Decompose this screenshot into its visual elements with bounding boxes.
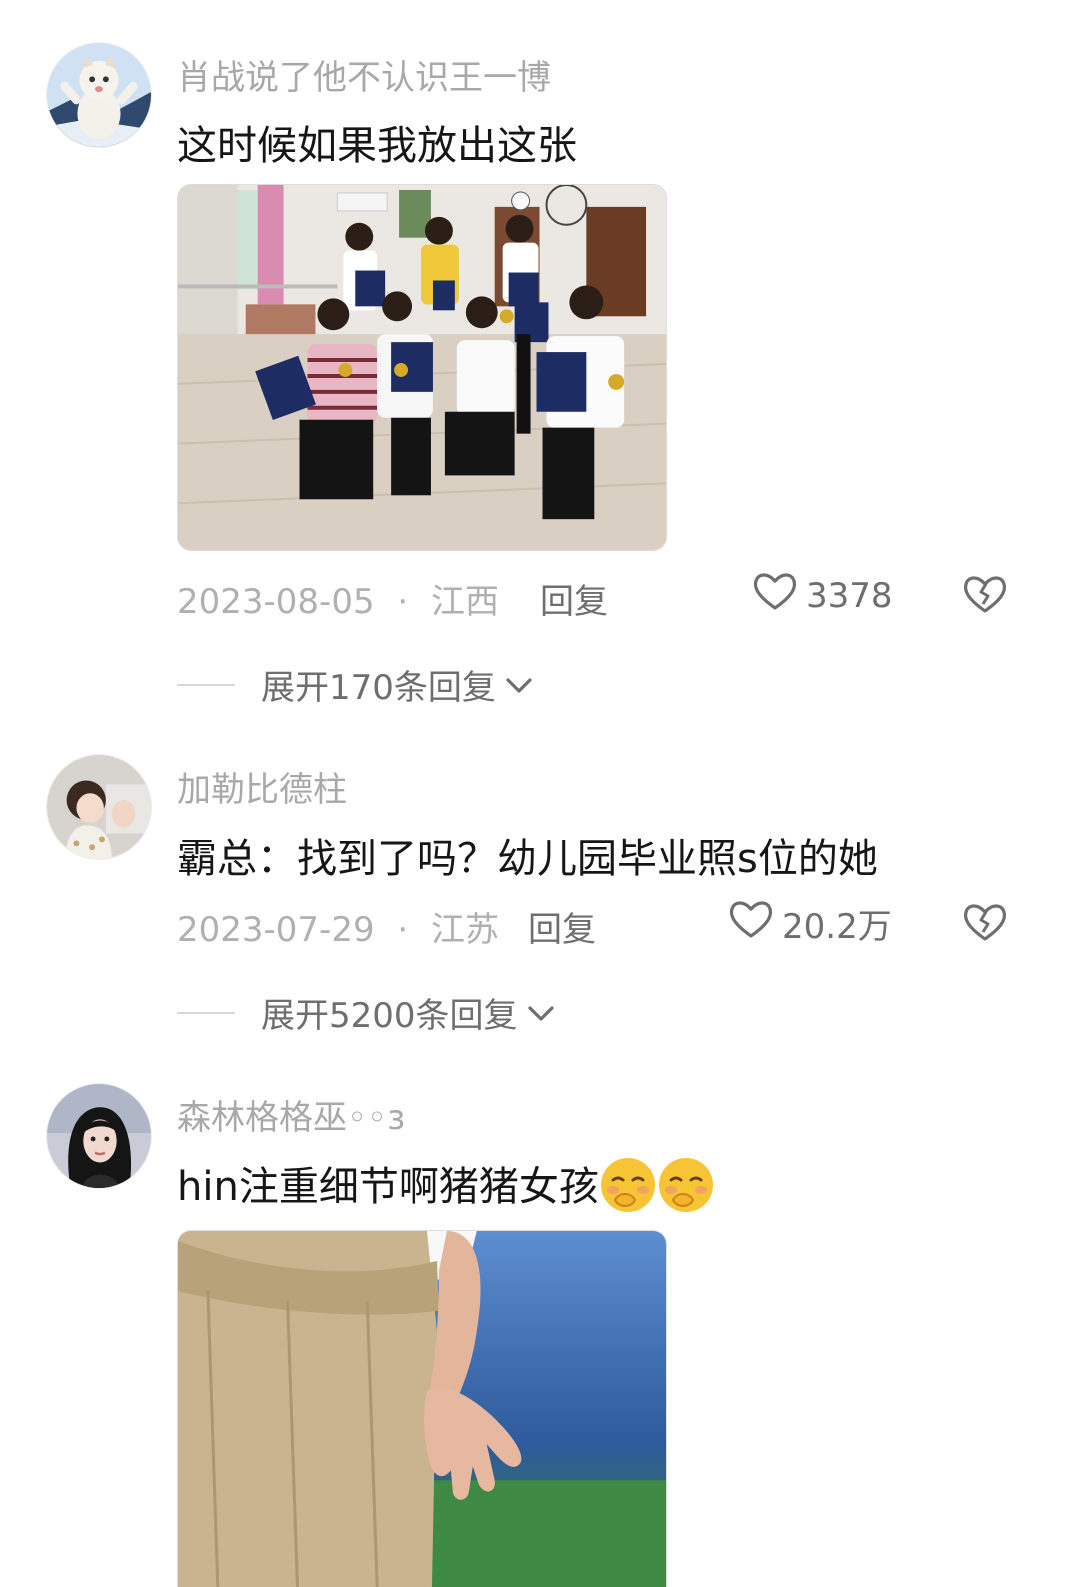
comment-location: 江苏	[431, 910, 500, 950]
comment-meta: 2023-07-29 · 江苏	[177, 902, 499, 951]
comment-date: 2023-08-05	[177, 582, 375, 622]
like-button[interactable]: 3378	[752, 570, 893, 621]
comment-image[interactable]	[177, 184, 667, 551]
shy-smile-emoji-icon	[599, 1156, 657, 1214]
like-count: 3378	[806, 575, 893, 616]
expand-replies-label: 展开170条回复	[261, 668, 496, 708]
avatar[interactable]	[46, 1083, 152, 1189]
comment-username[interactable]: 森林格格巫◦◦ɜ	[177, 1090, 405, 1139]
comment-location: 江西	[431, 582, 500, 622]
comment-username[interactable]: 肖战说了他不认识王一博	[177, 50, 551, 99]
like-count: 20.2万	[782, 907, 892, 947]
divider	[177, 683, 235, 686]
expand-replies-label: 展开5200条回复	[261, 996, 518, 1036]
comment-text: 霸总：找到了吗？幼儿园毕业照s位的她	[177, 836, 878, 882]
expand-replies-button[interactable]: 展开170条回复	[177, 660, 534, 709]
comment-list: 肖战说了他不认识王一博 这时候如果我放出这张 2023-08-05 · 江西 回…	[0, 0, 1078, 1587]
comment-image[interactable]	[177, 1230, 667, 1587]
divider	[177, 1011, 235, 1014]
expand-replies-button[interactable]: 展开5200条回复	[177, 988, 556, 1037]
chevron-down-icon	[496, 665, 534, 705]
comment-text: 这时候如果我放出这张	[177, 123, 577, 169]
reply-button[interactable]: 回复	[540, 574, 608, 623]
comment-date: 2023-07-29	[177, 910, 375, 950]
meta-separator: ·	[397, 910, 409, 950]
heart-icon	[728, 898, 774, 949]
broken-heart-icon	[962, 904, 1008, 948]
comment-username[interactable]: 加勒比德柱	[177, 762, 347, 811]
comment-text: hin注重细节啊猪猪女孩	[177, 1154, 715, 1214]
like-button[interactable]: 20.2万	[728, 898, 892, 949]
dislike-button[interactable]	[962, 898, 1008, 944]
shy-smile-emoji-icon	[657, 1156, 715, 1214]
comment-text-content: hin注重细节啊猪猪女孩	[177, 1164, 599, 1210]
heart-icon	[752, 570, 798, 621]
reply-button[interactable]: 回复	[528, 902, 596, 951]
broken-heart-icon	[962, 576, 1008, 620]
avatar[interactable]	[46, 42, 152, 148]
dislike-button[interactable]	[962, 570, 1008, 616]
chevron-down-icon	[518, 993, 556, 1033]
meta-separator: ·	[397, 582, 409, 622]
comment-meta: 2023-08-05 · 江西	[177, 574, 499, 623]
avatar[interactable]	[46, 754, 152, 860]
